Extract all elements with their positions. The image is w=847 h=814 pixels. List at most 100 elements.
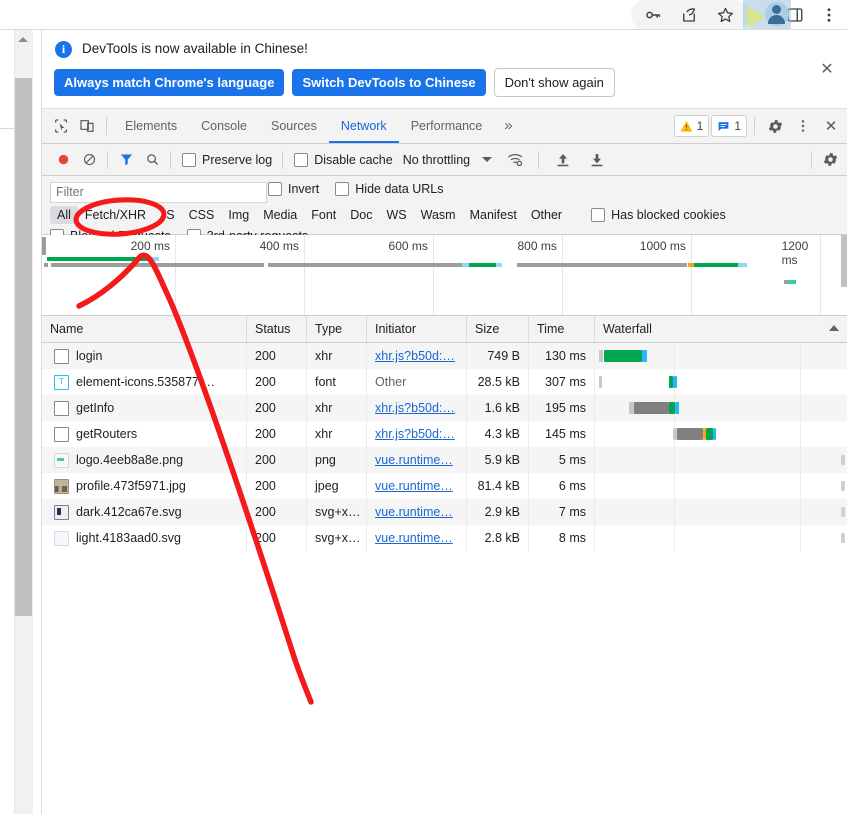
scroll-up-arrow-icon[interactable] (14, 30, 32, 48)
table-row[interactable]: light.4183aad0.svg 200 svg+x… vue.runtime… 2… (42, 525, 847, 551)
waterfall-bar (604, 350, 642, 362)
close-devtools-icon[interactable]: ✕ (818, 113, 844, 139)
waterfall-gridline (800, 473, 801, 499)
inspect-cursor-icon[interactable] (48, 113, 74, 139)
disable-cache-checkbox[interactable]: Disable cache (294, 152, 393, 167)
has-blocked-cookies-checkbox[interactable]: Has blocked cookies (591, 208, 726, 222)
table-row[interactable]: dark.412ca67e.svg 200 svg+x… vue.runtime… 2.… (42, 499, 847, 525)
more-vertical-icon[interactable] (819, 5, 839, 25)
type-filter-img[interactable]: Img (221, 206, 256, 224)
switch-devtools-language-button[interactable]: Switch DevTools to Chinese (292, 69, 486, 96)
table-row[interactable]: logo.4eeb8a8e.png 200 png vue.runtime… 5.9 k… (42, 447, 847, 473)
share-icon[interactable] (679, 5, 699, 25)
overview-bar (469, 263, 496, 267)
initiator-link[interactable]: xhr.js?b50d:… (375, 427, 455, 441)
clear-icon[interactable] (76, 147, 102, 173)
cell-type: jpeg (307, 473, 367, 499)
always-match-language-button[interactable]: Always match Chrome's language (54, 69, 285, 96)
invert-checkbox[interactable]: Invert (268, 182, 319, 196)
column-header-name[interactable]: Name (42, 316, 247, 342)
initiator-link[interactable]: xhr.js?b50d:… (375, 349, 455, 363)
column-header-size[interactable]: Size (467, 316, 529, 342)
initiator-link[interactable]: vue.runtime… (375, 479, 453, 493)
type-filter-manifest[interactable]: Manifest (463, 206, 524, 224)
tab-elements[interactable]: Elements (113, 109, 189, 143)
column-header-label: Initiator (375, 322, 416, 336)
tab-performance[interactable]: Performance (399, 109, 495, 143)
type-filter-js[interactable]: JS (153, 206, 182, 224)
filter-input[interactable] (50, 182, 267, 203)
type-filter-ws[interactable]: WS (379, 206, 413, 224)
column-header-type[interactable]: Type (307, 316, 367, 342)
device-toolbar-icon[interactable] (74, 113, 100, 139)
message-count-badge[interactable]: 1 (711, 115, 747, 137)
warning-count-badge[interactable]: 1 (673, 115, 710, 137)
type-filter-css[interactable]: CSS (182, 206, 222, 224)
tab-overflow-icon[interactable]: » (494, 109, 522, 143)
network-overview-timeline[interactable]: 200 ms 400 ms 600 ms 800 ms 1000 ms 1200 ms (42, 235, 847, 316)
record-button[interactable] (50, 147, 76, 173)
column-header-time[interactable]: Time (529, 316, 595, 342)
tab-sources[interactable]: Sources (259, 109, 329, 143)
chevron-down-icon[interactable] (482, 157, 493, 162)
type-filter-fetchxhr[interactable]: Fetch/XHR (78, 206, 153, 224)
table-row[interactable]: getInfo 200 xhr xhr.js?b50d:… 1.6 kB 195 ms (42, 395, 847, 421)
more-vertical-icon[interactable] (790, 113, 816, 139)
initiator-link[interactable]: vue.runtime… (375, 453, 453, 467)
table-row[interactable]: profile.473f5971.jpg 200 jpeg vue.runtime… 8… (42, 473, 847, 499)
overview-tick-label: 1000 ms (639, 239, 686, 253)
network-conditions-icon[interactable] (502, 147, 528, 173)
column-header-waterfall[interactable]: Waterfall (595, 316, 847, 342)
initiator-link[interactable]: xhr.js?b50d:… (375, 401, 455, 415)
export-har-icon[interactable] (584, 147, 610, 173)
key-icon[interactable] (643, 5, 663, 25)
initiator-link[interactable]: vue.runtime… (375, 531, 453, 545)
cell-time: 307 ms (529, 369, 595, 395)
star-icon[interactable] (715, 5, 735, 25)
throttling-select[interactable]: No throttling (403, 153, 470, 167)
overview-scrollbar[interactable] (841, 235, 847, 287)
table-row[interactable]: getRouters 200 xhr xhr.js?b50d:… 4.3 kB 145 m… (42, 421, 847, 447)
overview-bar (495, 263, 503, 267)
search-icon[interactable] (139, 147, 165, 173)
filter-funnel-icon[interactable] (113, 147, 139, 173)
column-header-initiator[interactable]: Initiator (367, 316, 467, 342)
table-row[interactable]: Telement-icons.535877f… 200 font Other 28.5 … (42, 369, 847, 395)
request-name: dark.412ca67e.svg (76, 505, 182, 519)
table-row[interactable]: login 200 xhr xhr.js?b50d:… 749 B 130 ms (42, 343, 847, 369)
has-blocked-cookies-label: Has blocked cookies (611, 208, 726, 222)
column-header-label: Type (315, 322, 343, 336)
tab-console[interactable]: Console (189, 109, 259, 143)
close-icon[interactable]: ✕ (816, 58, 838, 80)
initiator-link[interactable]: vue.runtime… (375, 505, 453, 519)
scrollbar-thumb[interactable] (15, 78, 32, 616)
disable-cache-label: Disable cache (314, 152, 393, 167)
preserve-log-checkbox[interactable]: Preserve log (182, 152, 272, 167)
network-requests-table: Name Status Type Initiator Size Time Waterfall… (42, 316, 847, 814)
type-filter-all[interactable]: All (50, 206, 78, 224)
type-filter-media[interactable]: Media (256, 206, 304, 224)
type-filter-font[interactable]: Font (304, 206, 343, 224)
table-body: login 200 xhr xhr.js?b50d:… 749 B 130 ms Telem… (42, 343, 847, 551)
cell-waterfall (595, 447, 847, 473)
hide-data-urls-checkbox[interactable]: Hide data URLs (335, 182, 444, 196)
type-filter-wasm[interactable]: Wasm (414, 206, 463, 224)
cell-status: 200 (247, 447, 307, 473)
cell-time: 195 ms (529, 395, 595, 421)
import-har-icon[interactable] (550, 147, 576, 173)
toolbar-divider-2 (170, 150, 171, 169)
cell-status: 200 (247, 369, 307, 395)
waterfall-gridline (674, 343, 675, 369)
type-filter-other[interactable]: Other (524, 206, 569, 224)
tab-network[interactable]: Network (329, 109, 399, 143)
waterfall-bar (841, 481, 845, 491)
dont-show-again-button[interactable]: Don't show again (493, 68, 615, 97)
gear-icon[interactable] (817, 147, 843, 173)
column-header-label: Waterfall (603, 322, 652, 336)
waterfall-gridline (800, 343, 801, 369)
cell-type: svg+x… (307, 499, 367, 525)
gear-icon[interactable] (762, 113, 788, 139)
type-filter-doc[interactable]: Doc (343, 206, 379, 224)
column-header-status[interactable]: Status (247, 316, 307, 342)
page-left-edge (0, 30, 15, 130)
